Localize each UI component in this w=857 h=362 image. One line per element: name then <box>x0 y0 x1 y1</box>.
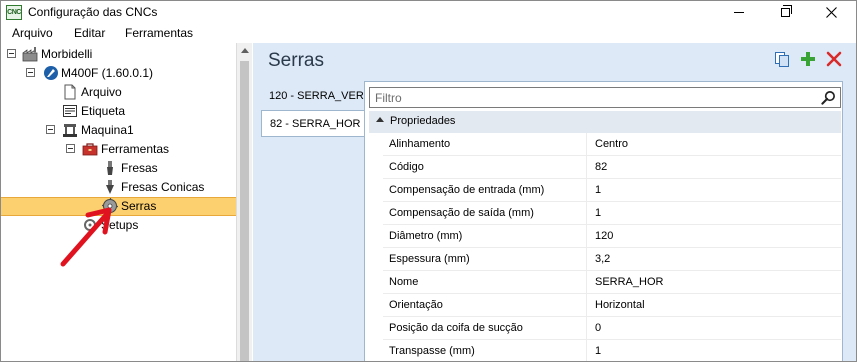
tree-node-ferramentas[interactable]: Ferramentas <box>1 140 236 159</box>
add-icon[interactable] <box>800 51 816 67</box>
scroll-thumb[interactable] <box>240 61 249 361</box>
property-row[interactable]: Nome SERRA_HOR <box>383 271 841 294</box>
window-title: Configuração das CNCs <box>28 5 158 19</box>
menu-arquivo[interactable]: Arquivo <box>12 26 53 40</box>
tree-node-maquina1[interactable]: Maquina1 <box>1 121 236 140</box>
menu-editar[interactable]: Editar <box>74 26 105 40</box>
search-icon[interactable] <box>821 90 836 105</box>
category-label: Propriedades <box>390 115 456 127</box>
saw-blade-icon <box>102 198 118 214</box>
conical-mill-icon <box>106 180 114 194</box>
tree-label: Fresas Conicas <box>121 180 205 194</box>
restore-icon <box>780 5 792 17</box>
tree-label: Maquina1 <box>81 123 134 137</box>
property-name: Orientação <box>383 294 587 316</box>
tree-scrollbar[interactable] <box>236 43 252 361</box>
property-row[interactable]: Alinhamento Centro <box>383 133 841 156</box>
main-window: CNC Configuração das CNCs Arquivo Editar… <box>0 0 857 362</box>
label-icon <box>63 105 77 117</box>
property-row[interactable]: Espessura (mm) 3,2 <box>383 248 841 271</box>
menu-ferramentas[interactable]: Ferramentas <box>125 26 193 40</box>
setups-icon <box>84 219 96 231</box>
property-value[interactable]: 1 <box>588 340 841 361</box>
property-value[interactable]: 120 <box>588 225 841 247</box>
collapse-icon[interactable] <box>26 68 35 77</box>
tree-label: M400F (1.60.0.1) <box>61 66 154 80</box>
minimize-icon <box>734 12 744 13</box>
toolbox-icon <box>82 143 98 156</box>
property-row[interactable]: Posição da coifa de sucção 0 <box>383 317 841 340</box>
delete-icon[interactable] <box>826 51 842 67</box>
property-row[interactable]: Orientação Horizontal <box>383 294 841 317</box>
tree-node-arquivo[interactable]: Arquivo <box>1 83 236 102</box>
tree-label: Etiqueta <box>81 104 126 118</box>
tree-label: Morbidelli <box>41 47 93 61</box>
menu-bar: Arquivo Editar Ferramentas <box>1 24 856 42</box>
property-name: Transpasse (mm) <box>383 340 587 361</box>
scroll-up-icon[interactable] <box>241 48 249 53</box>
property-name: Posição da coifa de sucção <box>383 317 587 339</box>
mill-tool-icon <box>107 161 113 175</box>
collapse-icon[interactable] <box>7 49 16 58</box>
file-icon <box>64 84 76 100</box>
property-name: Espessura (mm) <box>383 248 587 270</box>
app-icon: CNC <box>6 5 22 20</box>
property-name: Diâmetro (mm) <box>383 225 587 247</box>
tab-serra-ver[interactable]: 120 - SERRA_VER <box>261 83 368 110</box>
tree-panel: Morbidelli M400F (1.60.0.1) Arquivo Etiq… <box>1 43 236 361</box>
property-row[interactable]: Compensação de entrada (mm) 1 <box>383 179 841 202</box>
tree-node-fresas-conicas[interactable]: Fresas Conicas <box>1 178 236 197</box>
property-name: Compensação de saída (mm) <box>383 202 587 224</box>
tree-node-serras[interactable]: Serras <box>1 197 236 216</box>
close-button[interactable] <box>808 1 854 24</box>
tree-node-fresas[interactable]: Fresas <box>1 159 236 178</box>
minimize-button[interactable] <box>716 1 762 24</box>
property-value[interactable]: SERRA_HOR <box>588 271 841 293</box>
tree-label: Setups <box>101 218 139 232</box>
tree-node-m400f[interactable]: M400F (1.60.0.1) <box>1 64 236 83</box>
property-row[interactable]: Transpasse (mm) 1 <box>383 340 841 361</box>
section-title: Serras <box>268 50 324 71</box>
factory-icon <box>22 47 38 62</box>
title-bar: CNC Configuração das CNCs <box>1 1 856 24</box>
property-value[interactable]: 82 <box>588 156 841 178</box>
property-value[interactable]: 1 <box>588 202 841 224</box>
tree-node-setups[interactable]: Setups <box>1 216 236 235</box>
maximize-button[interactable] <box>762 1 808 24</box>
filter-input[interactable]: Filtro <box>369 87 841 108</box>
tree-node-etiqueta[interactable]: Etiqueta <box>1 102 236 121</box>
tree-label: Serras <box>121 199 157 213</box>
copy-icon[interactable] <box>774 51 790 67</box>
property-row[interactable]: Compensação de saída (mm) 1 <box>383 202 841 225</box>
machine-icon <box>63 124 77 137</box>
filter-placeholder: Filtro <box>375 91 402 105</box>
property-value[interactable]: 3,2 <box>588 248 841 270</box>
tree-label: Fresas <box>121 161 158 175</box>
property-value[interactable]: 1 <box>588 179 841 201</box>
collapse-icon[interactable] <box>66 144 75 153</box>
property-name: Alinhamento <box>383 133 587 155</box>
tree-node-morbidelli[interactable]: Morbidelli <box>1 45 236 64</box>
collapse-icon[interactable] <box>46 125 55 134</box>
category-propriedades[interactable]: Propriedades <box>369 111 841 133</box>
property-name: Código <box>383 156 587 178</box>
property-row[interactable]: Código 82 <box>383 156 841 179</box>
close-icon <box>825 7 837 18</box>
details-panel: Serras 120 - SERRA_VER 82 - SERRA_HOR Fi… <box>253 43 856 361</box>
property-value[interactable]: Centro <box>588 133 841 155</box>
tree-label: Arquivo <box>81 85 122 99</box>
cnc-machine-icon <box>44 66 58 80</box>
property-grid: Filtro Propriedades Alinhamento Centro C… <box>364 81 843 361</box>
property-value[interactable]: 0 <box>588 317 841 339</box>
property-value[interactable]: Horizontal <box>588 294 841 316</box>
property-name: Nome <box>383 271 587 293</box>
property-rows: Alinhamento Centro Código 82 Compensação… <box>383 133 841 361</box>
tab-serra-hor[interactable]: 82 - SERRA_HOR <box>261 110 369 137</box>
chevron-up-icon[interactable] <box>376 117 384 122</box>
tree-label: Ferramentas <box>101 142 170 156</box>
property-name: Compensação de entrada (mm) <box>383 179 587 201</box>
property-row[interactable]: Diâmetro (mm) 120 <box>383 225 841 248</box>
